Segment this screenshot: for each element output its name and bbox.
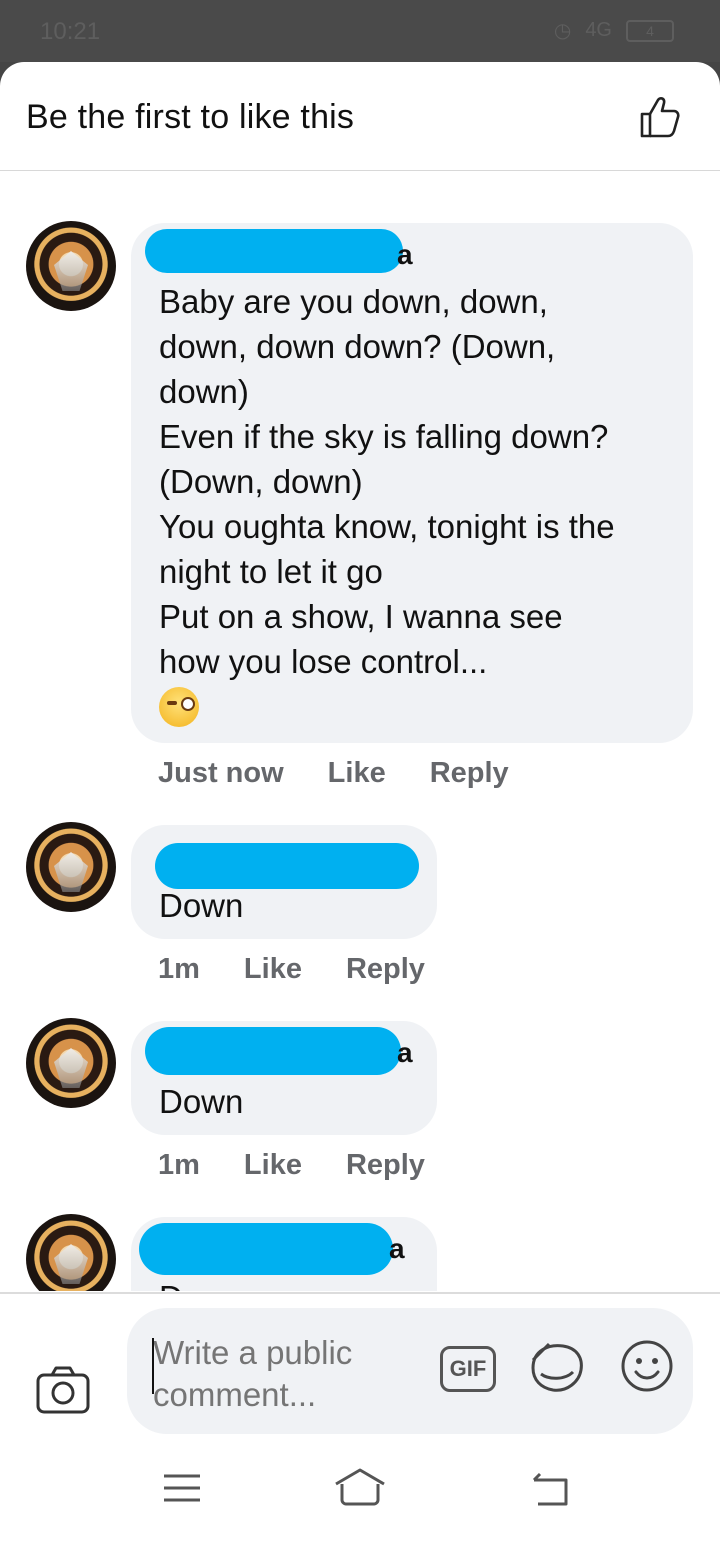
sticker-icon[interactable] [527,1338,587,1398]
back-icon[interactable] [530,1472,570,1508]
comment-time: 1m [158,1149,200,1181]
comment-bubble[interactable]: a Down [131,1021,437,1135]
comment-actions: 1m Like Reply [158,1149,425,1182]
comment-input[interactable] [153,1332,423,1416]
alarm-icon: ◷ [553,20,572,42]
reply-button[interactable]: Reply [346,953,425,986]
author-name-tail: a [397,239,413,270]
comment-actions: Just now Like Reply [158,757,509,790]
reply-button[interactable]: Reply [346,1149,425,1182]
menu-icon[interactable] [162,1472,202,1504]
reply-button[interactable]: Reply [430,757,509,790]
system-nav-bar [0,1434,720,1544]
avatar[interactable] [26,822,116,912]
comment-bubble[interactable]: Down [131,825,437,939]
comments-sheet: Be the first to like this a Baby are you… [0,62,720,1544]
battery-icon: 4 [626,19,674,42]
comment-composer[interactable]: GIF [127,1308,693,1434]
text-caret [152,1338,154,1394]
thumbs-up-icon[interactable] [636,92,686,142]
sheet-header: Be the first to like this [0,62,720,171]
like-button[interactable]: Like [244,953,302,986]
avatar[interactable] [26,1018,116,1108]
camera-icon[interactable] [36,1366,90,1414]
comment-list: a Baby are you down, down, down, down do… [0,171,720,1291]
like-button[interactable]: Like [328,757,386,790]
comment-bubble[interactable]: a Down [131,1217,437,1291]
avatar[interactable] [26,1214,116,1291]
home-icon[interactable] [332,1466,388,1506]
like-button[interactable]: Like [244,1149,302,1182]
gif-icon[interactable]: GIF [440,1346,496,1392]
network-label: 4G [585,19,612,41]
comment-bubble[interactable]: a Baby are you down, down, down, down do… [131,223,693,743]
redacted-author-name[interactable] [145,1027,401,1075]
comment-time: Just now [158,757,284,789]
status-time: 10:21 [40,18,101,45]
comment-text: Down [159,887,244,924]
comment-text: Down [159,1083,244,1120]
smiley-icon[interactable] [619,1338,675,1394]
comment-text: Down [159,1275,243,1291]
author-name-tail: a [397,1037,413,1068]
author-name-tail: a [389,1233,405,1264]
composer-divider [0,1292,720,1294]
status-bar: 10:21 ◷ 4G 4 [0,0,720,62]
emoji-icon [159,687,199,727]
page-title: Be the first to like this [26,98,355,136]
comment-text: Baby are you down, down, down, down down… [159,283,615,680]
comment-actions: 1m Like Reply [158,953,425,986]
avatar[interactable] [26,221,116,311]
status-indicators: ◷ 4G 4 [554,18,674,43]
redacted-author-name[interactable] [145,229,403,273]
redacted-author-name[interactable] [139,1223,393,1275]
comment-time: 1m [158,953,200,985]
